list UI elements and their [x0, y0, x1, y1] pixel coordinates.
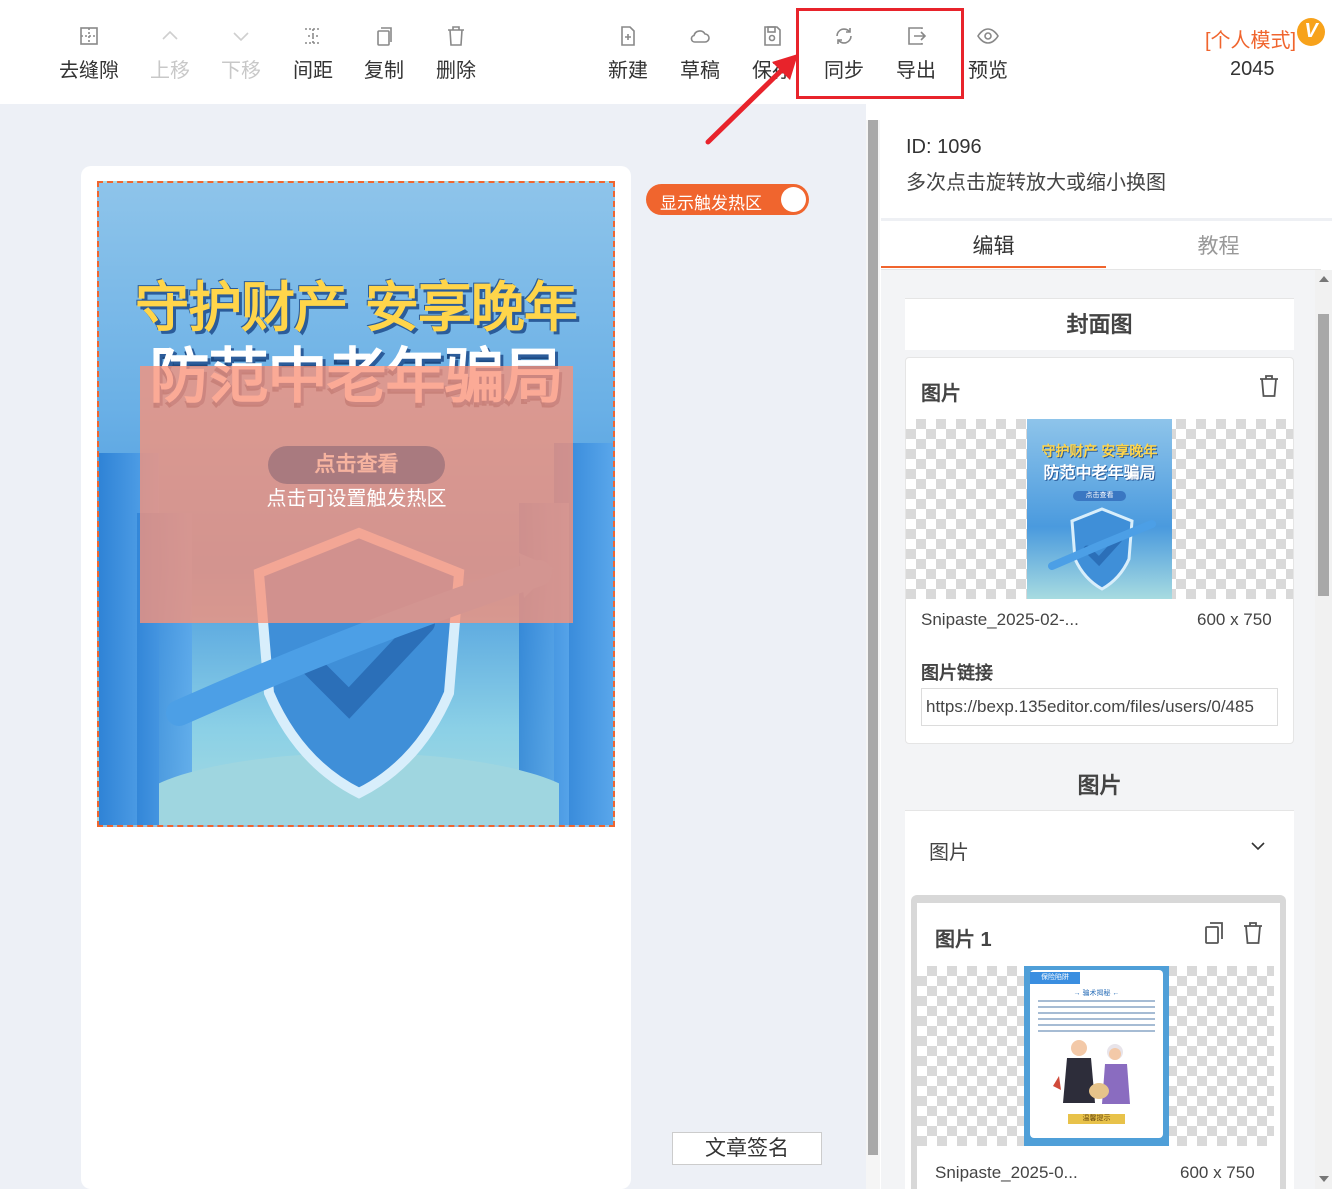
copy-button[interactable]: 复制	[348, 24, 420, 88]
cover-thumbnail: 守护财产 安享晚年 防范中老年骗局 点击查看	[1027, 419, 1172, 599]
image-item-file-name: Snipaste_2025-0...	[935, 1163, 1078, 1182]
vip-badge: V	[1297, 18, 1325, 46]
chevron-down-icon	[1251, 842, 1265, 851]
grid-icon	[80, 27, 98, 45]
copy-label: 复制	[364, 60, 404, 82]
move-down-button[interactable]: 下移	[205, 24, 277, 88]
settings-panel: ID: 1096 多次点击旋转放大或缩小换图 编辑 教程 封面图 图片 守护财产…	[881, 104, 1332, 1189]
trigger-hotzone[interactable]: 点击查看 点击可设置触发热区	[140, 366, 573, 623]
delete-button[interactable]: 删除	[420, 24, 492, 88]
people-illustration	[1053, 1040, 1130, 1104]
save-icon	[764, 26, 781, 46]
thumb-subtitle: → 骗术揭秘 ←	[1073, 990, 1120, 997]
cover-link-label: 图片链接	[921, 663, 993, 683]
copy-icon	[1205, 922, 1223, 944]
cover-image-card: 图片 守护财产 安享晚年 防范中老年骗局 点击查看 Snipaste_2025-…	[905, 357, 1294, 744]
shield-graphic-small	[1048, 507, 1156, 591]
cover-thumb-title-1: 守护财产 安享晚年	[1041, 443, 1158, 459]
move-up-button[interactable]: 上移	[134, 24, 206, 88]
scroll-down-arrow-icon[interactable]	[1319, 1176, 1329, 1182]
image-item-file-size: 600 x 750	[1180, 1163, 1255, 1182]
canvas-scrollbar[interactable]	[866, 120, 880, 1189]
show-hotzone-toggle[interactable]: 显示触发热区	[646, 184, 809, 215]
article-signature-button[interactable]: 文章签名	[672, 1132, 822, 1165]
user-count: 2045	[1230, 58, 1275, 80]
panel-scrollbar[interactable]	[1315, 270, 1332, 1189]
tab-edit-label: 编辑	[972, 235, 1015, 258]
phone-preview: 守护财产 安享晚年 防范中老年骗局 点击查看 点击可设置触发热区	[81, 166, 631, 1189]
trash-icon	[448, 26, 464, 46]
thumb-text-lines	[1038, 1000, 1155, 1034]
tab-tutorial-label: 教程	[1197, 235, 1240, 258]
image-item-copy-button[interactable]	[1203, 921, 1225, 945]
template-id: ID: 1096	[906, 136, 982, 158]
cover-thumb-title-2: 防范中老年骗局	[1043, 465, 1156, 482]
canvas-scrollbar-thumb[interactable]	[868, 120, 878, 1155]
personal-mode-link[interactable]: [个人模式]	[1205, 24, 1296, 53]
cover-thumb-button: 点击查看	[1073, 491, 1126, 501]
cloud-icon	[690, 30, 710, 43]
image-section-heading: 图片	[905, 760, 1294, 812]
thumb-tag: 保险陷阱	[1030, 972, 1080, 984]
remove-gap-label: 去缝隙	[59, 60, 119, 82]
cover-link-input[interactable]	[921, 688, 1278, 726]
cover-image-preview[interactable]: 守护财产 安享晚年 防范中老年骗局 点击查看	[906, 419, 1293, 599]
scroll-up-arrow-icon[interactable]	[1319, 276, 1329, 282]
image-item-title: 图片 1	[935, 929, 992, 951]
poster-view-button: 点击查看	[268, 446, 445, 484]
new-file-icon	[621, 26, 635, 46]
template-description: 多次点击旋转放大或缩小换图	[906, 172, 1166, 194]
cover-file-name: Snipaste_2025-02-...	[921, 610, 1079, 629]
hotzone-hint: 点击可设置触发热区	[266, 488, 447, 510]
highlight-box	[796, 8, 964, 99]
trash-icon	[1244, 922, 1262, 944]
thumb-footer: 温馨提示	[1068, 1114, 1125, 1124]
spacing-icon	[305, 28, 321, 44]
tab-tutorial[interactable]: 教程	[1106, 230, 1331, 268]
image-item-preview[interactable]: 保险陷阱 → 骗术揭秘 ← 温馨提示	[917, 966, 1274, 1146]
new-label: 新建	[608, 60, 648, 82]
spacing-label: 间距	[293, 60, 333, 82]
cover-card-title: 图片	[921, 383, 961, 405]
copy-icon	[377, 27, 392, 46]
image-dropdown[interactable]: 图片	[905, 810, 1294, 886]
toolbar: 去缝隙 上移 下移 间距 复制 删除 新建 草稿 保存 同步 导出 预览 [个人…	[0, 0, 1332, 104]
poster-image[interactable]: 守护财产 安享晚年 防范中老年骗局 点击查看 点击可设置触发热区	[97, 181, 615, 827]
toggle-label: 显示触发热区	[660, 194, 762, 213]
move-up-label: 上移	[150, 60, 190, 82]
cover-delete-button[interactable]	[1258, 374, 1280, 398]
chevron-down-icon	[233, 32, 249, 42]
image-item-card: 图片 1 保险陷阱 → 骗术揭秘 ← 温馨提示 Snipaste_2025-0.…	[911, 895, 1286, 1189]
canvas-area: 守护财产 安享晚年 防范中老年骗局 点击查看 点击可设置触发热区 显示触发热区 …	[0, 104, 866, 1189]
toggle-knob	[781, 187, 806, 212]
image-dropdown-label: 图片	[929, 842, 969, 864]
panel-content: 封面图 图片 守护财产 安享晚年 防范中老年骗局 点击查看 Snipaste_2…	[881, 270, 1332, 1189]
eye-icon	[977, 28, 999, 44]
image-item-thumbnail: 保险陷阱 → 骗术揭秘 ← 温馨提示	[1024, 966, 1169, 1146]
spacing-button[interactable]: 间距	[277, 24, 349, 88]
cover-section-heading: 封面图	[905, 298, 1294, 350]
chevron-up-icon	[162, 30, 178, 40]
cover-file-size: 600 x 750	[1197, 610, 1272, 629]
panel-scrollbar-thumb[interactable]	[1318, 314, 1329, 596]
tab-edit[interactable]: 编辑	[881, 230, 1106, 268]
trash-icon	[1260, 375, 1278, 397]
delete-label: 删除	[436, 60, 476, 82]
new-button[interactable]: 新建	[592, 24, 664, 88]
image-item-inner: 图片 1 保险陷阱 → 骗术揭秘 ← 温馨提示 Snipaste_2025-0.…	[917, 903, 1280, 1189]
annotation-arrow-icon	[705, 54, 798, 145]
panel-separator	[881, 218, 1332, 221]
remove-gap-button[interactable]: 去缝隙	[53, 24, 125, 88]
image-item-delete-button[interactable]	[1242, 921, 1264, 945]
move-down-label: 下移	[221, 60, 261, 82]
